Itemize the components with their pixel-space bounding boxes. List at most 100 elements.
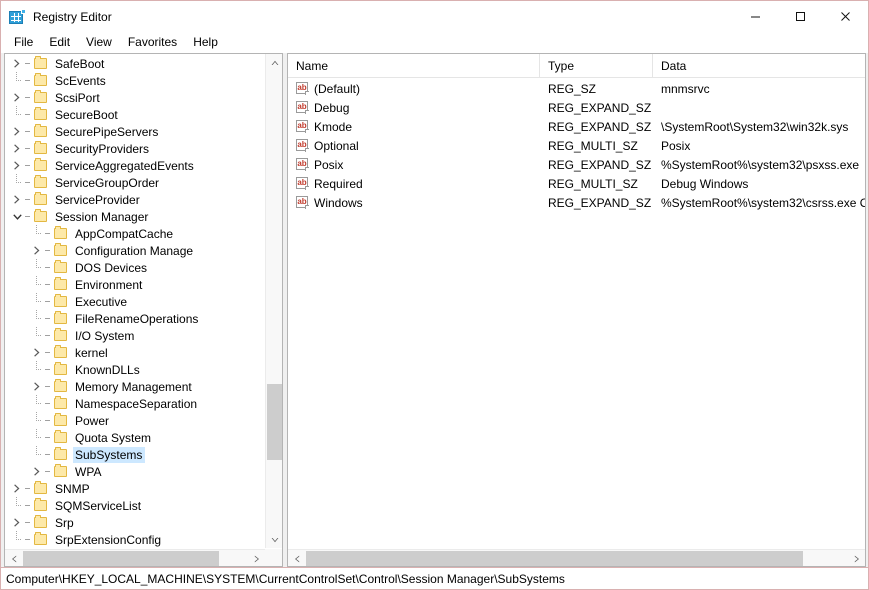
tree-item-label: ServiceProvider [53,192,143,208]
tree-indent [5,225,29,242]
tree-item-srpextensionconfig[interactable]: SrpExtensionConfig [5,531,264,548]
value-row[interactable]: abPosixREG_EXPAND_SZ%SystemRoot%\system3… [288,155,865,174]
menu-file[interactable]: File [6,33,41,52]
column-header-data[interactable]: Data [653,54,865,78]
tree-indent [5,361,29,378]
tree-connector [29,276,45,293]
list-scroll-left-button[interactable] [288,550,305,567]
tree-indent [5,242,29,259]
tree-indent [5,293,29,310]
tree-item-securityproviders[interactable]: SecurityProviders [5,140,264,157]
tree-item-label: FileRenameOperations [73,311,201,327]
folder-icon [33,531,49,548]
maximize-button[interactable] [778,1,823,32]
menu-help[interactable]: Help [185,33,226,52]
tree-item-serviceaggregatedevents[interactable]: ServiceAggregatedEvents [5,157,264,174]
tree-item-configuration-manage[interactable]: Configuration Manage [5,242,264,259]
tree-item-i-o-system[interactable]: I/O System [5,327,264,344]
chevron-right-icon[interactable] [29,378,45,395]
value-row[interactable]: abWindowsREG_EXPAND_SZ%SystemRoot%\syste… [288,193,865,212]
tree-item-filerenameoperations[interactable]: FileRenameOperations [5,310,264,327]
string-value-icon: ab [296,177,309,190]
tree-scroll-right-button[interactable] [248,550,265,567]
tree-item-dos-devices[interactable]: DOS Devices [5,259,264,276]
tree-hscroll-thumb[interactable] [23,551,219,566]
tree-item-secureboot[interactable]: SecureBoot [5,106,264,123]
value-row[interactable]: ab(Default)REG_SZmnmsrvc [288,79,865,98]
chevron-right-icon[interactable] [9,123,25,140]
folder-icon [53,310,69,327]
tree-item-kernel[interactable]: kernel [5,344,264,361]
value-row[interactable]: abKmodeREG_EXPAND_SZ\SystemRoot\System32… [288,117,865,136]
chevron-down-icon[interactable] [9,208,25,225]
folder-icon [53,429,69,446]
tree-item-memory-management[interactable]: Memory Management [5,378,264,395]
tree-connector [29,446,45,463]
tree-item-serviceprovider[interactable]: ServiceProvider [5,191,264,208]
chevron-right-icon[interactable] [29,242,45,259]
tree-connector-dash [25,174,33,191]
string-value-icon: ab [296,120,309,133]
minimize-button[interactable] [733,1,778,32]
tree-item-securepipeservers[interactable]: SecurePipeServers [5,123,264,140]
tree-item-servicegrouporder[interactable]: ServiceGroupOrder [5,174,264,191]
chevron-right-icon[interactable] [9,140,25,157]
value-row[interactable]: abRequiredREG_MULTI_SZDebug Windows [288,174,865,193]
folder-icon [53,225,69,242]
tree-item-wpa[interactable]: WPA [5,463,264,480]
value-row[interactable]: abDebugREG_EXPAND_SZ [288,98,865,117]
tree-item-power[interactable]: Power [5,412,264,429]
folder-icon [53,463,69,480]
tree-item-label: kernel [73,345,111,361]
menu-view[interactable]: View [78,33,120,52]
menu-edit[interactable]: Edit [41,33,78,52]
menu-favorites[interactable]: Favorites [120,33,185,52]
tree-connector-dash [45,276,53,293]
list-hscroll-thumb[interactable] [306,551,803,566]
chevron-right-icon[interactable] [9,191,25,208]
tree-scroll-down-button[interactable] [266,531,283,548]
close-button[interactable] [823,1,868,32]
tree-vertical-scrollbar[interactable] [265,54,282,548]
chevron-right-icon[interactable] [9,480,25,497]
tree-scroll-up-button[interactable] [266,54,283,71]
tree-item-namespaceseparation[interactable]: NamespaceSeparation [5,395,264,412]
tree-connector-dash [25,106,33,123]
list-scroll-right-button[interactable] [848,550,865,567]
tree-scroll-left-button[interactable] [5,550,22,567]
tree-item-scevents[interactable]: ScEvents [5,72,264,89]
tree-item-sqmservicelist[interactable]: SQMServiceList [5,497,264,514]
tree-scroll-thumb[interactable] [267,384,282,460]
column-header-name[interactable]: Name [288,54,540,78]
tree-item-subsystems[interactable]: SubSystems [5,446,264,463]
tree-item-safeboot[interactable]: SafeBoot [5,55,264,72]
tree-item-srp[interactable]: Srp [5,514,264,531]
chevron-right-icon[interactable] [9,55,25,72]
tree-connector-dash [45,327,53,344]
tree-item-session-manager[interactable]: Session Manager [5,208,264,225]
tree-item-scsiport[interactable]: ScsiPort [5,89,264,106]
value-row[interactable]: abOptionalREG_MULTI_SZPosix [288,136,865,155]
tree-item-knowndlls[interactable]: KnownDLLs [5,361,264,378]
tree-item-snmp[interactable]: SNMP [5,480,264,497]
chevron-right-icon[interactable] [9,157,25,174]
value-data-cell [653,98,865,117]
tree-item-label: KnownDLLs [73,362,143,378]
tree-item-executive[interactable]: Executive [5,293,264,310]
chevron-right-icon[interactable] [29,463,45,480]
registry-editor-window: Registry Editor File Edit View Favorites… [0,0,869,590]
folder-icon [53,378,69,395]
tree-item-quota-system[interactable]: Quota System [5,429,264,446]
tree-item-environment[interactable]: Environment [5,276,264,293]
list-horizontal-scrollbar[interactable] [288,549,865,566]
window-title: Registry Editor [33,10,733,24]
value-data-cell: \SystemRoot\System32\win32k.sys [653,117,865,136]
registry-values-list: ab(Default)REG_SZmnmsrvcabDebugREG_EXPAN… [288,79,865,548]
chevron-right-icon[interactable] [9,514,25,531]
tree-item-label: Quota System [73,430,154,446]
chevron-right-icon[interactable] [9,89,25,106]
tree-horizontal-scrollbar[interactable] [5,549,265,566]
chevron-right-icon[interactable] [29,344,45,361]
column-header-type[interactable]: Type [540,54,653,78]
tree-item-appcompatcache[interactable]: AppCompatCache [5,225,264,242]
